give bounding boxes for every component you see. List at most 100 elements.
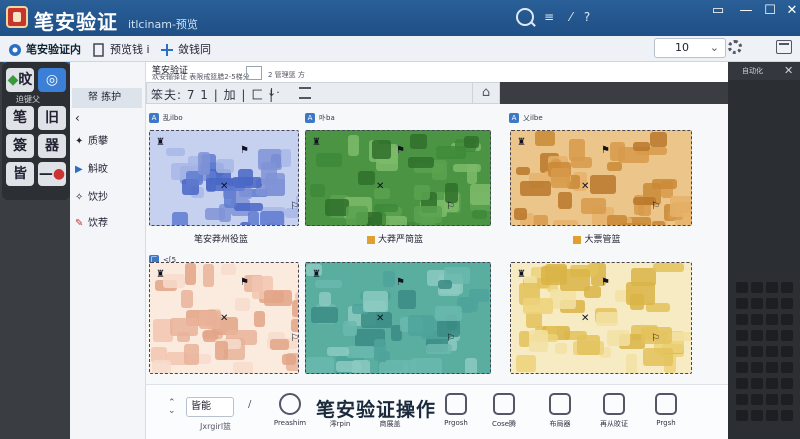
map-image: ♜ ⚑ ⚐ ✕ xyxy=(510,130,692,226)
tool-button[interactable]: Prgosh xyxy=(434,393,478,437)
stop-icon xyxy=(279,393,301,415)
key xyxy=(736,362,748,373)
key xyxy=(736,410,748,421)
app-logo-icon xyxy=(6,6,28,28)
tag-icon: A xyxy=(149,113,159,123)
sidebar-item-label: 饮荐 xyxy=(88,218,108,229)
key xyxy=(781,330,793,341)
key xyxy=(751,282,763,293)
palette-row: 簽 器 xyxy=(6,134,66,158)
list-view-icon[interactable] xyxy=(299,87,311,99)
key xyxy=(736,346,748,357)
tab-verify[interactable]: 笔安验证内 xyxy=(4,40,82,64)
sidebar-item-recommend[interactable]: ✎ 饮荐 xyxy=(72,214,142,234)
separator: / xyxy=(248,399,252,410)
box-icon xyxy=(549,393,571,415)
smile-icon xyxy=(655,393,677,415)
title-bar: 笔安验证 itlcinam-预览 ≡ ⁄ ? ▭ — ☐ ✕ xyxy=(0,0,800,36)
key xyxy=(751,346,763,357)
map-card[interactable]: ♜ ⚑ ⚐ ✕ xyxy=(506,250,700,390)
checkbox[interactable] xyxy=(246,66,262,80)
filter-text: 笨夫: 7 1 | 加 | 匚 | xyxy=(151,88,275,102)
input-caption: Jxrgirl篮 xyxy=(200,422,232,431)
key xyxy=(766,394,778,405)
main-header: 笔安验证 欢安输驿证 表限戒篮腊2-5梯分 2 管理篮 方 xyxy=(146,62,728,82)
key xyxy=(766,346,778,357)
palette-button-all[interactable]: 皆 xyxy=(6,162,34,186)
key xyxy=(766,410,778,421)
palette-button-sign[interactable]: 簽 xyxy=(6,134,34,158)
card-tag: A 乱ilbo xyxy=(149,112,183,124)
map-image: ♜ ⚑ ⚐ ✕ xyxy=(149,262,299,374)
sort-arrow-icon[interactable]: ↓· xyxy=(267,86,280,99)
key xyxy=(736,282,748,293)
chevron-down-icon: ⌄ xyxy=(709,41,719,54)
sidebar-item-copy[interactable]: ✧ 饮抄 xyxy=(72,188,142,208)
triangle-icon: ▶ xyxy=(75,164,83,175)
key xyxy=(766,378,778,389)
tool-button[interactable]: Cose腾 xyxy=(482,393,526,437)
key xyxy=(736,330,748,341)
close-button[interactable]: ✕ xyxy=(778,0,800,22)
key xyxy=(781,394,793,405)
name-input[interactable]: 皆能 xyxy=(186,397,234,417)
tab-add[interactable]: 敛钱同 xyxy=(156,40,220,60)
action-bar: ⌃ ⌄ 皆能 / Jxrgirl篮 Preashim 澪rpin 商展盖 Prgosh C… xyxy=(146,384,728,439)
key xyxy=(781,378,793,389)
sidebar-item-label: 饮抄 xyxy=(88,192,108,203)
card-label: 大莽严简篮 xyxy=(302,232,488,245)
palette-button-clock[interactable]: 旧 xyxy=(38,106,66,130)
compass-icon[interactable]: ◎ xyxy=(38,68,66,92)
map-card[interactable]: A 乂ilbe ♜ ⚑ ⚐ ✕ 大票管篮 xyxy=(506,108,700,248)
window-menu-button[interactable]: ▭ xyxy=(704,0,732,22)
tools-icon: ✧ xyxy=(75,192,84,203)
sidebar-item-label: 斛旼 xyxy=(88,164,108,175)
palette-row: 笔 旧 xyxy=(6,106,66,130)
key xyxy=(736,314,748,325)
star-icon: ✦ xyxy=(75,136,84,147)
panel-toggle-icon[interactable] xyxy=(776,40,792,54)
palette-button-pen[interactable]: 笔 xyxy=(6,106,34,130)
sidebar-item-protect[interactable]: 帑 拣护 xyxy=(72,88,142,108)
tab-preview[interactable]: 预览钱 i xyxy=(88,40,152,60)
key xyxy=(751,410,763,421)
key xyxy=(736,298,748,309)
key xyxy=(766,314,778,325)
list-icon[interactable]: ≡ xyxy=(540,8,558,26)
palette-row: 皆 —● xyxy=(6,162,66,186)
map-image: ♜ ⚑ ⚐ ✕ xyxy=(510,262,692,374)
tool-button[interactable]: Preashim xyxy=(268,393,312,437)
keyboard-image xyxy=(736,282,796,432)
search-icon[interactable] xyxy=(516,8,534,26)
palette-button-line[interactable]: —● xyxy=(38,162,66,186)
pencil-icon: ✎ xyxy=(75,218,84,229)
key xyxy=(766,282,778,293)
sidebar-item-time[interactable]: ▶ 斛旼 xyxy=(72,160,142,180)
sidebar-back-button[interactable]: ‹ xyxy=(72,108,142,128)
zoom-select[interactable]: 10 ⌄ xyxy=(654,38,726,58)
tool-button[interactable]: 布局器 xyxy=(538,393,582,437)
palette-caption: 迫键父 xyxy=(16,95,40,104)
tool-palette: ◆旼 ◎ 迫键父 笔 旧 簽 器 皆 —● xyxy=(2,62,70,200)
right-pane-header: 自动化 ✕ xyxy=(728,62,800,80)
tool-button[interactable]: Prgsh xyxy=(644,393,688,437)
card-label: 笔安莽州役篮 xyxy=(193,235,248,245)
sidebar-item-label: 质攀 xyxy=(88,136,108,147)
home-button[interactable]: ⌂ xyxy=(472,82,500,104)
tab-label: 笔安验证内 xyxy=(26,43,81,56)
help-icon[interactable]: ? xyxy=(578,8,596,26)
tab-label: 预览钱 i xyxy=(110,43,150,56)
map-card[interactable]: A 卟ba ♜ ⚑ ⚐ ✕ 大莽严简篮 xyxy=(302,108,496,248)
close-icon[interactable]: ✕ xyxy=(784,64,793,77)
card-label: 大票管篮 xyxy=(506,232,688,245)
panel-icon xyxy=(603,393,625,415)
map-card[interactable]: ♜ ⚑ ⚐ ✕ xyxy=(302,250,496,390)
stepper-icon[interactable]: ⌃ ⌄ xyxy=(168,399,178,416)
palette-button-tool[interactable]: 器 xyxy=(38,134,66,158)
palette-button-app[interactable]: ◆旼 xyxy=(6,68,34,92)
sidebar-item-quality[interactable]: ✦ 质攀 xyxy=(72,132,142,152)
zoom-value: 10 xyxy=(675,41,689,54)
gear-icon[interactable] xyxy=(728,40,742,54)
map-image: ♜ ⚑ ⚐ ✕ xyxy=(305,262,491,374)
tool-button[interactable]: 再从旼证 xyxy=(592,393,636,437)
